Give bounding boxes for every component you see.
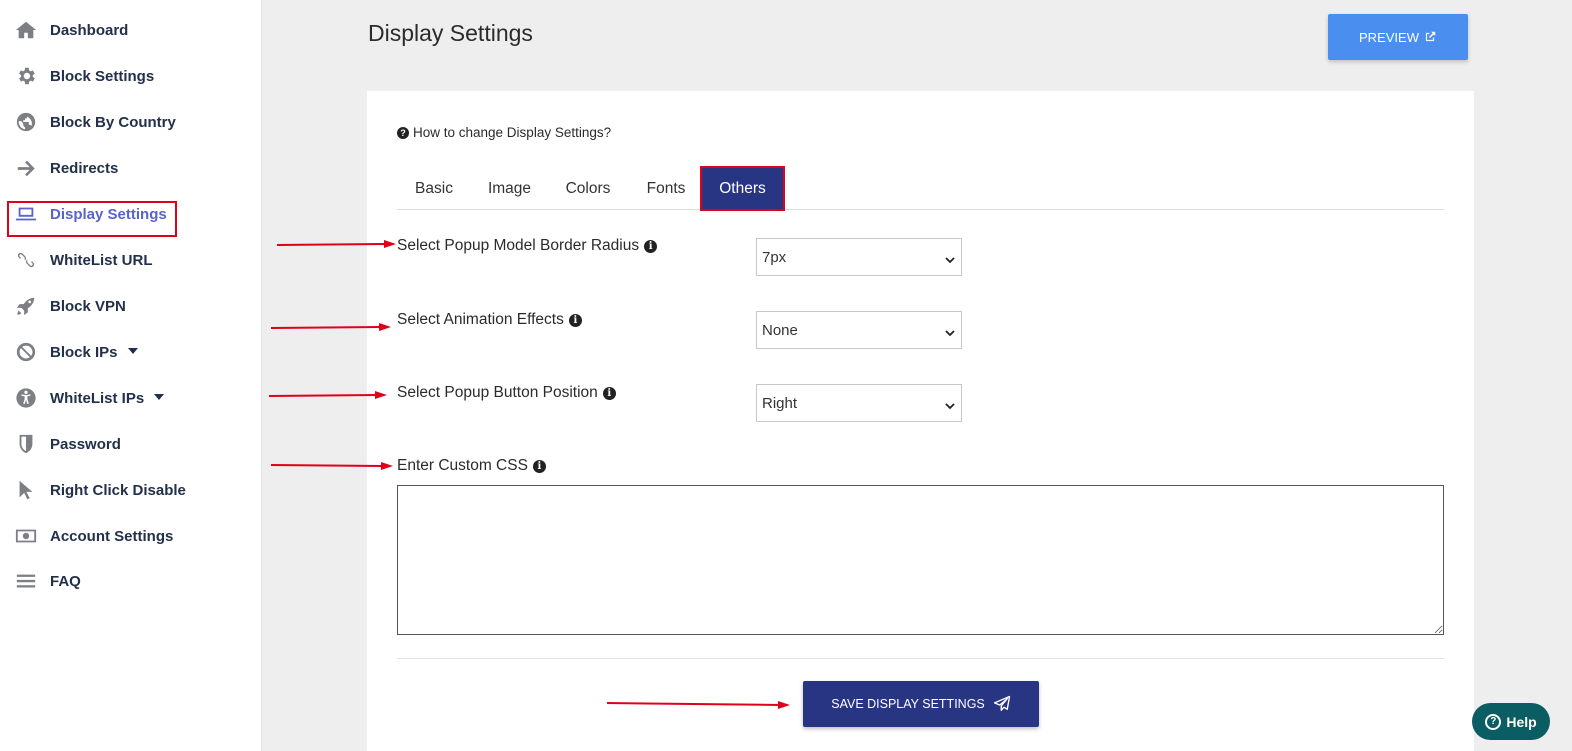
info-icon[interactable]: i bbox=[568, 313, 582, 327]
border-radius-label-text: Select Popup Model Border Radius bbox=[397, 237, 640, 254]
help-link-text: How to change Display Settings? bbox=[413, 125, 612, 140]
laptop-icon bbox=[14, 202, 38, 226]
home-icon bbox=[14, 18, 38, 42]
sidebar-item-label: Display Settings bbox=[50, 205, 167, 223]
rocket-icon bbox=[14, 294, 38, 318]
chevron-down-icon bbox=[945, 398, 955, 410]
sidebar: Dashboard Block Settings Block By Countr… bbox=[0, 0, 262, 751]
sidebar-item-password[interactable]: Password bbox=[0, 421, 262, 467]
border-radius-value: 7px bbox=[762, 248, 787, 266]
save-display-settings-button[interactable]: SAVE DISPLAY SETTINGS bbox=[803, 681, 1039, 727]
save-button-label: SAVE DISPLAY SETTINGS bbox=[831, 697, 985, 711]
sidebar-item-label: WhiteList IPs bbox=[50, 389, 165, 407]
ban-icon bbox=[14, 340, 38, 364]
question-circle-icon: ? bbox=[1485, 713, 1502, 730]
sidebar-item-label: Account Settings bbox=[50, 527, 174, 545]
sidebar-item-block-by-country[interactable]: Block By Country bbox=[0, 99, 262, 145]
sidebar-item-block-ips[interactable]: Block IPs bbox=[0, 329, 262, 375]
sidebar-item-label: FAQ bbox=[50, 572, 81, 590]
animation-label-text: Select Animation Effects bbox=[397, 311, 564, 328]
help-widget-label: Help bbox=[1506, 713, 1537, 730]
sidebar-item-faq[interactable]: FAQ bbox=[0, 558, 262, 604]
paper-plane-icon bbox=[993, 695, 1010, 712]
page-title: Display Settings bbox=[368, 20, 533, 46]
custom-css-label: Enter Custom CSS i bbox=[397, 457, 546, 475]
sidebar-item-whitelist-ips[interactable]: WhiteList IPs bbox=[0, 375, 262, 421]
border-radius-label: Select Popup Model Border Radius i bbox=[397, 237, 658, 255]
sidebar-item-dashboard[interactable]: Dashboard bbox=[0, 7, 262, 53]
sidebar-item-label: Right Click Disable bbox=[50, 481, 186, 499]
sidebar-item-block-vpn[interactable]: Block VPN bbox=[0, 283, 262, 329]
question-circle-icon: ? bbox=[397, 126, 409, 139]
chevron-down-icon bbox=[945, 325, 955, 337]
cursor-icon bbox=[14, 478, 38, 502]
info-icon[interactable]: i bbox=[602, 386, 616, 400]
sidebar-item-label: Dashboard bbox=[50, 21, 129, 39]
button-position-label-text: Select Popup Button Position bbox=[397, 384, 598, 401]
sidebar-item-account-settings[interactable]: Account Settings bbox=[0, 513, 262, 559]
button-position-value: Right bbox=[762, 394, 798, 412]
block-ips-text: Block IPs bbox=[50, 343, 118, 361]
bars-icon bbox=[14, 569, 38, 593]
preview-button[interactable]: PREVIEW bbox=[1328, 14, 1468, 60]
border-radius-select[interactable]: 7px bbox=[756, 238, 962, 276]
tab-bar: Basic Image Colors Fonts Others bbox=[397, 166, 1444, 211]
sidebar-item-label: Block IPs bbox=[50, 344, 138, 361]
chevron-down-icon bbox=[945, 252, 955, 264]
caret-down-icon bbox=[127, 347, 138, 354]
sidebar-item-whitelist-url[interactable]: WhiteList URL bbox=[0, 237, 262, 283]
custom-css-label-text: Enter Custom CSS bbox=[397, 457, 528, 474]
globe-icon bbox=[14, 110, 38, 134]
sidebar-item-label: WhiteList URL bbox=[50, 251, 153, 269]
sidebar-item-label: Block Settings bbox=[50, 67, 155, 85]
external-link-icon bbox=[1425, 31, 1436, 42]
tab-basic[interactable]: Basic bbox=[397, 167, 471, 210]
sidebar-item-right-click-disable[interactable]: Right Click Disable bbox=[0, 467, 262, 513]
arrow-right-icon bbox=[14, 156, 38, 180]
money-icon bbox=[14, 524, 38, 548]
shield-icon bbox=[14, 432, 38, 456]
divider bbox=[397, 658, 1444, 659]
sidebar-item-label: Block VPN bbox=[50, 297, 126, 315]
link-icon bbox=[14, 248, 38, 272]
sidebar-item-block-settings[interactable]: Block Settings bbox=[0, 53, 262, 99]
help-link[interactable]: ? How to change Display Settings? bbox=[397, 125, 611, 140]
sidebar-item-redirects[interactable]: Redirects bbox=[0, 145, 262, 191]
gear-icon bbox=[14, 64, 38, 88]
caret-down-icon bbox=[154, 393, 165, 400]
whitelist-ips-text: WhiteList IPs bbox=[50, 389, 145, 407]
tab-colors[interactable]: Colors bbox=[552, 167, 624, 210]
button-position-label: Select Popup Button Position i bbox=[397, 384, 616, 402]
tab-image[interactable]: Image bbox=[474, 167, 545, 210]
sidebar-item-label: Block By Country bbox=[50, 113, 176, 131]
annotation-highlight-box bbox=[700, 166, 785, 211]
custom-css-textarea[interactable] bbox=[397, 485, 1444, 635]
animation-value: None bbox=[762, 321, 798, 339]
tab-fonts[interactable]: Fonts bbox=[631, 167, 701, 210]
animation-label: Select Animation Effects i bbox=[397, 311, 582, 329]
settings-card: ? How to change Display Settings? Basic … bbox=[367, 91, 1474, 751]
preview-button-label: PREVIEW bbox=[1359, 29, 1419, 45]
sidebar-item-display-settings[interactable]: Display Settings bbox=[0, 191, 262, 237]
animation-select[interactable]: None bbox=[756, 311, 962, 349]
accessibility-icon bbox=[14, 386, 38, 410]
info-icon[interactable]: i bbox=[644, 239, 658, 253]
info-icon[interactable]: i bbox=[532, 459, 546, 473]
button-position-select[interactable]: Right bbox=[756, 384, 962, 422]
sidebar-item-label: Redirects bbox=[50, 159, 119, 177]
help-widget-button[interactable]: ? Help bbox=[1472, 703, 1550, 740]
sidebar-item-label: Password bbox=[50, 435, 121, 453]
